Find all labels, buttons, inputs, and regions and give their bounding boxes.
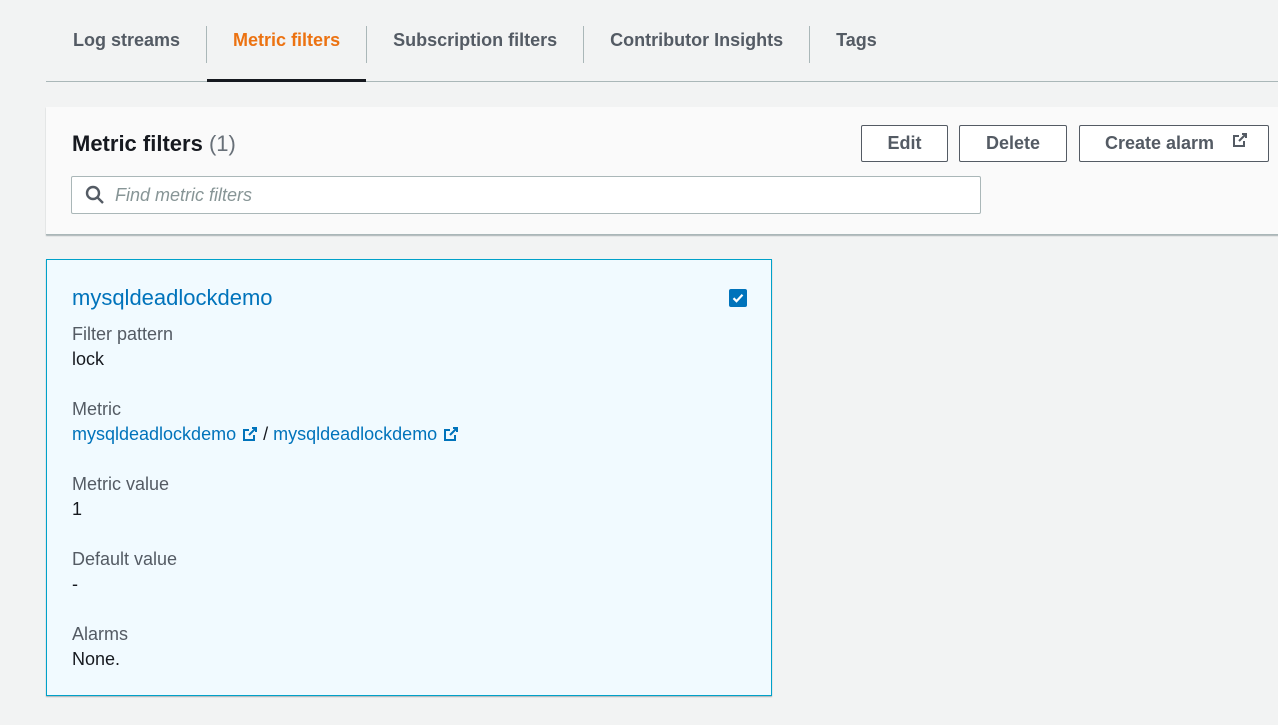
default-value-label: Default value (72, 549, 178, 569)
default-value-value: - (72, 574, 78, 594)
filter-pattern-label: Filter pattern (72, 324, 174, 344)
metric-value-links: mysqldeadlockdemo / mysqldeadlockdemo (72, 423, 459, 445)
search-input[interactable] (115, 178, 980, 212)
delete-button[interactable]: Delete (959, 125, 1067, 162)
external-link-icon (444, 427, 459, 441)
default-value-field: Default value - (72, 548, 177, 595)
metric-separator: / (263, 424, 269, 444)
check-icon (732, 293, 744, 303)
alarms-value: None. (72, 649, 121, 669)
select-checkbox[interactable] (729, 289, 747, 307)
create-alarm-button[interactable]: Create alarm (1079, 125, 1269, 162)
tab-log-streams[interactable]: Log streams (46, 0, 206, 81)
metric-field: Metric mysqldeadlockdemo / mysqldeadlockde… (72, 398, 459, 445)
panel-title: Metric filters (1) (72, 131, 236, 157)
metric-filter-name-link[interactable]: mysqldeadlockdemo (72, 285, 273, 311)
metric-label: Metric (72, 399, 121, 419)
tab-contributor-insights[interactable]: Contributor Insights (584, 0, 809, 81)
metric-name-link[interactable]: mysqldeadlockdemo (273, 424, 459, 444)
external-link-icon (243, 427, 258, 441)
metric-value-label: Metric value (72, 474, 170, 494)
metric-value-value: 1 (72, 499, 83, 519)
panel-title-text: Metric filters (72, 131, 203, 156)
tab-metric-filters[interactable]: Metric filters (207, 0, 367, 82)
search-box (71, 176, 981, 214)
filter-pattern-value: lock (72, 349, 105, 369)
tab-tags[interactable]: Tags (810, 0, 903, 81)
alarms-field: Alarms None. (72, 623, 128, 670)
edit-button[interactable]: Edit (861, 125, 948, 162)
metric-filter-card[interactable]: mysqldeadlockdemo Filter pattern lock Me… (46, 259, 772, 696)
tab-subscription-filters[interactable]: Subscription filters (367, 0, 583, 81)
metric-namespace-link[interactable]: mysqldeadlockdemo (72, 424, 258, 444)
metric-value-field: Metric value 1 (72, 473, 169, 520)
filter-count: (1) (208, 131, 236, 156)
filter-pattern-field: Filter pattern lock (72, 323, 173, 370)
alarms-label: Alarms (72, 624, 129, 644)
metric-filters-header: Metric filters (1) Edit Delete Create al… (46, 107, 1278, 235)
create-alarm-label: Create alarm (1105, 133, 1215, 153)
tab-bar: Log streams Metric filters Subscription … (46, 0, 1278, 82)
external-link-icon (1232, 132, 1248, 148)
search-icon (85, 185, 105, 205)
